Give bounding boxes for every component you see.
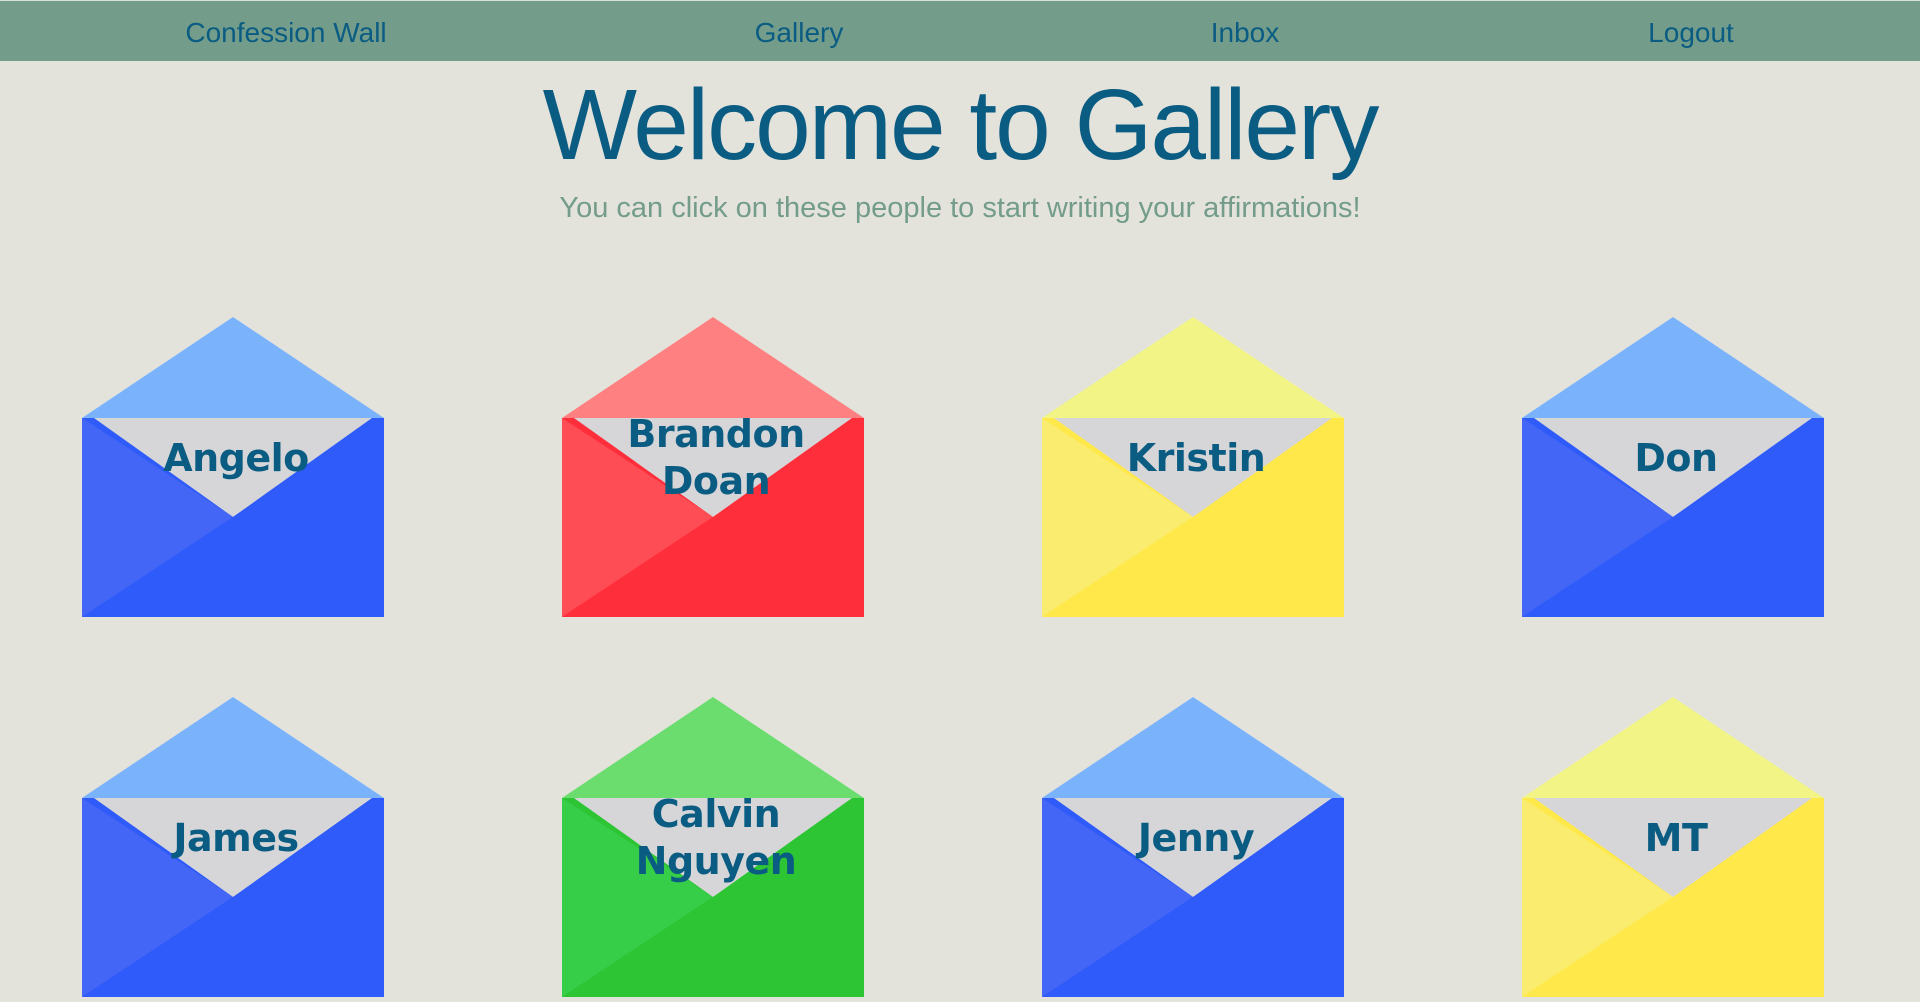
envelope-name: Kristin bbox=[1126, 436, 1266, 480]
envelope-flap bbox=[562, 697, 864, 798]
envelope-card-angelo[interactable]: Angelo bbox=[82, 317, 384, 617]
envelope-name: Brandon Doan bbox=[627, 412, 805, 503]
nav-confession-wall[interactable]: Confession Wall bbox=[185, 17, 386, 49]
page-subtitle: You can click on these people to start w… bbox=[559, 192, 1361, 224]
envelope-card-kristin[interactable]: Kristin bbox=[1042, 317, 1344, 617]
envelope-flap bbox=[1042, 697, 1344, 798]
envelope-name: Calvin Nguyen bbox=[635, 792, 797, 883]
envelope-flap bbox=[1522, 317, 1824, 418]
envelope-card-jenny[interactable]: Jenny bbox=[1042, 697, 1344, 997]
page-title: Welcome to Gallery bbox=[542, 69, 1380, 181]
envelope-card-mt[interactable]: MT bbox=[1522, 697, 1824, 997]
envelope-name: Angelo bbox=[163, 436, 309, 480]
top-navbar: Confession Wall Gallery Inbox Logout bbox=[0, 0, 1920, 61]
envelope-flap bbox=[82, 697, 384, 798]
envelope-flap bbox=[1522, 697, 1824, 798]
envelope-name: James bbox=[173, 816, 299, 860]
envelope-card-don[interactable]: Don bbox=[1522, 317, 1824, 617]
envelope-flap bbox=[1042, 317, 1344, 418]
envelope-card-brandon-doan[interactable]: Brandon Doan bbox=[562, 317, 864, 617]
envelope-card-calvin-nguyen[interactable]: Calvin Nguyen bbox=[562, 697, 864, 997]
nav-inbox[interactable]: Inbox bbox=[1211, 17, 1280, 49]
envelope-name: MT bbox=[1644, 816, 1708, 860]
envelope-name: Jenny bbox=[1137, 816, 1255, 860]
envelope-flap bbox=[562, 317, 864, 418]
envelope-flap bbox=[82, 317, 384, 418]
nav-logout[interactable]: Logout bbox=[1648, 17, 1734, 49]
envelope-name: Don bbox=[1634, 436, 1718, 480]
nav-gallery[interactable]: Gallery bbox=[755, 17, 844, 49]
envelope-card-james[interactable]: James bbox=[82, 697, 384, 997]
